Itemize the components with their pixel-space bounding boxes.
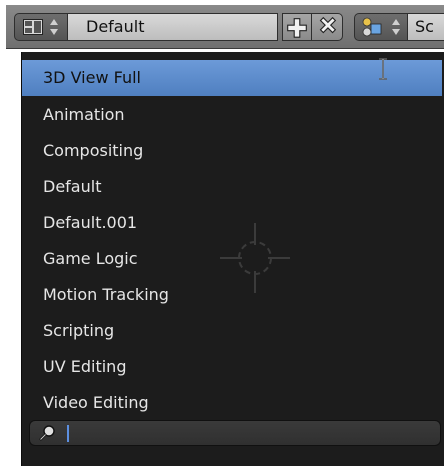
menu-item-game-logic[interactable]: Game Logic bbox=[22, 241, 442, 277]
menu-item-motion-tracking[interactable]: Motion Tracking bbox=[22, 277, 442, 313]
up-down-arrows-icon bbox=[50, 19, 58, 35]
menu-item-video-editing[interactable]: Video Editing bbox=[22, 385, 442, 421]
menu-item-animation[interactable]: Animation bbox=[22, 97, 442, 133]
menu-search-box[interactable] bbox=[29, 420, 441, 446]
add-layout-button[interactable] bbox=[282, 13, 312, 41]
magnifier-icon bbox=[39, 425, 55, 441]
menu-item-default-001[interactable]: Default.001 bbox=[22, 205, 442, 241]
scene-name-field[interactable]: Sc bbox=[407, 13, 444, 41]
blender-window: Default Sc 3D View Full Animation Compos… bbox=[0, 0, 444, 466]
up-down-arrows-icon bbox=[392, 19, 400, 35]
menu-item-uv-editing[interactable]: UV Editing bbox=[22, 349, 442, 385]
menu-item-default[interactable]: Default bbox=[22, 169, 442, 205]
menu-item-compositing[interactable]: Compositing bbox=[22, 133, 442, 169]
info-header: Default Sc bbox=[6, 5, 444, 49]
screen-layout-name-field[interactable]: Default bbox=[68, 13, 278, 41]
menu-item-scripting[interactable]: Scripting bbox=[22, 313, 442, 349]
i-beam-cursor-icon bbox=[379, 58, 387, 80]
scene-icon bbox=[362, 17, 382, 37]
delete-layout-button[interactable] bbox=[311, 13, 343, 41]
x-icon bbox=[319, 16, 337, 34]
plus-icon bbox=[287, 18, 307, 38]
screen-layout-icon bbox=[23, 19, 43, 35]
screen-layout-dropdown-menu: 3D View Full Animation Compositing Defau… bbox=[21, 52, 444, 466]
screen-layout-selector-button[interactable] bbox=[14, 13, 68, 41]
text-caret bbox=[67, 425, 69, 442]
scene-selector-button[interactable] bbox=[354, 13, 408, 41]
menu-search-input[interactable] bbox=[72, 423, 432, 443]
